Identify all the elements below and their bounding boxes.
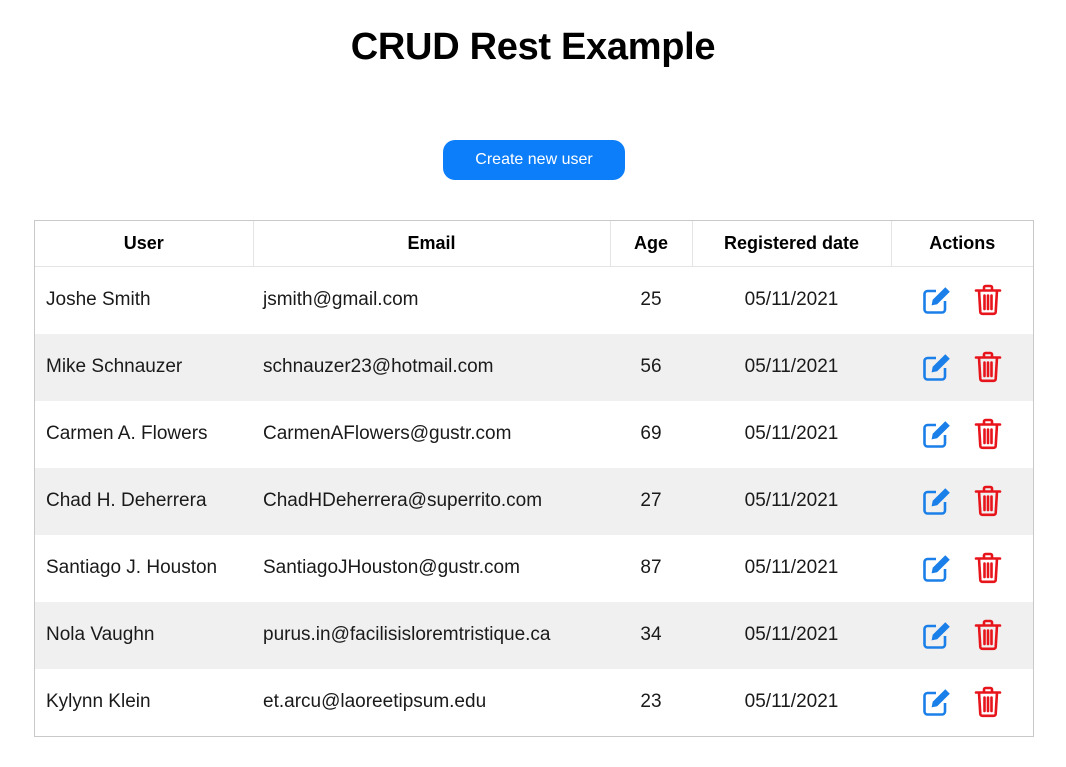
table-row: Chad H. Deherrera ChadHDeherrera@superri… [35, 467, 1033, 535]
create-user-button[interactable]: Create new user [443, 140, 625, 180]
actions-cell [891, 334, 1033, 401]
page: CRUD Rest Example Create new user User E… [0, 0, 1066, 767]
page-title: CRUD Rest Example [350, 26, 716, 68]
edit-icon [923, 421, 950, 448]
user-name-cell: Joshe Smith [46, 289, 151, 311]
users-table: User Email Age Registered date Actions J… [34, 220, 1034, 737]
trash-icon [974, 619, 1001, 651]
age-cell: 25 [640, 289, 662, 311]
edit-button[interactable] [920, 284, 952, 316]
trash-icon [974, 686, 1001, 718]
age-cell: 87 [640, 557, 662, 578]
table-header: User Email Age Registered date Actions [35, 221, 1033, 267]
header-user: User [35, 221, 254, 267]
age-cell: 56 [640, 356, 662, 377]
actions-cell [891, 267, 1033, 334]
edit-button[interactable] [920, 619, 952, 651]
actions-cell [891, 602, 1033, 669]
edit-icon [923, 287, 950, 315]
age-cell: 69 [640, 423, 662, 444]
user-name-cell: Nola Vaughn [46, 624, 155, 645]
email-cell: schnauzer23@hotmail.com [263, 356, 494, 377]
age-cell: 27 [640, 490, 662, 511]
table-row: Joshe Smith jsmith@gmail.com 25 05/11/20… [35, 267, 1033, 334]
user-name-cell: Carmen A. Flowers [46, 423, 208, 444]
trash-icon [974, 485, 1001, 517]
registered-date-cell: 05/11/2021 [744, 557, 839, 578]
delete-button[interactable] [972, 418, 1004, 450]
header-age: Age [610, 221, 693, 267]
trash-icon [974, 351, 1001, 383]
user-name-cell: Santiago J. Houston [46, 557, 218, 578]
trash-icon [974, 284, 1001, 316]
delete-button[interactable] [972, 284, 1004, 316]
registered-date-cell: 05/11/2021 [744, 356, 839, 377]
edit-button[interactable] [920, 418, 952, 450]
edit-icon [923, 622, 950, 649]
email-cell: et.arcu@laoreetipsum.edu [263, 691, 487, 712]
table-row: Mike Schnauzer schnauzer23@hotmail.com 5… [35, 333, 1033, 401]
registered-date-cell: 05/11/2021 [744, 289, 839, 311]
edit-icon [923, 555, 950, 582]
age-cell: 34 [640, 624, 662, 645]
edit-button[interactable] [920, 351, 952, 383]
delete-button[interactable] [972, 351, 1004, 383]
edit-button[interactable] [920, 485, 952, 517]
edit-icon [923, 488, 950, 515]
delete-button[interactable] [972, 686, 1004, 718]
actions-cell [891, 535, 1033, 602]
header-actions: Actions [891, 221, 1033, 267]
header-registered-date: Registered date [692, 221, 892, 267]
table-row: Carmen A. Flowers CarmenAFlowers@gustr.c… [35, 401, 1033, 468]
registered-date-cell: 05/11/2021 [744, 490, 839, 511]
email-cell: ChadHDeherrera@superrito.com [263, 490, 543, 511]
edit-icon [923, 354, 950, 381]
table-body: Joshe Smith jsmith@gmail.com 25 05/11/20… [35, 267, 1033, 736]
actions-cell [891, 468, 1033, 535]
edit-icon [923, 689, 950, 716]
email-cell: purus.in@facilisisloremtristique.ca [263, 624, 551, 645]
registered-date-cell: 05/11/2021 [744, 423, 839, 444]
table-row: Nola Vaughn purus.in@facilisisloremtrist… [35, 601, 1033, 669]
edit-button[interactable] [920, 552, 952, 584]
user-name-cell: Kylynn Klein [46, 691, 151, 712]
email-cell: SantiagoJHouston@gustr.com [263, 557, 520, 578]
trash-icon [974, 552, 1001, 584]
table-row: Santiago J. Houston SantiagoJHouston@gus… [35, 535, 1033, 602]
email-cell: jsmith@gmail.com [263, 289, 419, 311]
user-name-cell: Mike Schnauzer [46, 356, 183, 377]
registered-date-cell: 05/11/2021 [744, 624, 839, 645]
table-row: Kylynn Klein et.arcu@laoreetipsum.edu 23… [35, 669, 1033, 736]
trash-icon [974, 418, 1001, 450]
edit-button[interactable] [920, 686, 952, 718]
actions-cell [891, 669, 1033, 736]
registered-date-cell: 05/11/2021 [744, 691, 839, 712]
age-cell: 23 [640, 691, 662, 712]
header-email: Email [253, 221, 611, 267]
user-name-cell: Chad H. Deherrera [46, 490, 207, 511]
delete-button[interactable] [972, 552, 1004, 584]
actions-cell [891, 401, 1033, 468]
delete-button[interactable] [972, 619, 1004, 651]
email-cell: CarmenAFlowers@gustr.com [263, 423, 512, 444]
delete-button[interactable] [972, 485, 1004, 517]
